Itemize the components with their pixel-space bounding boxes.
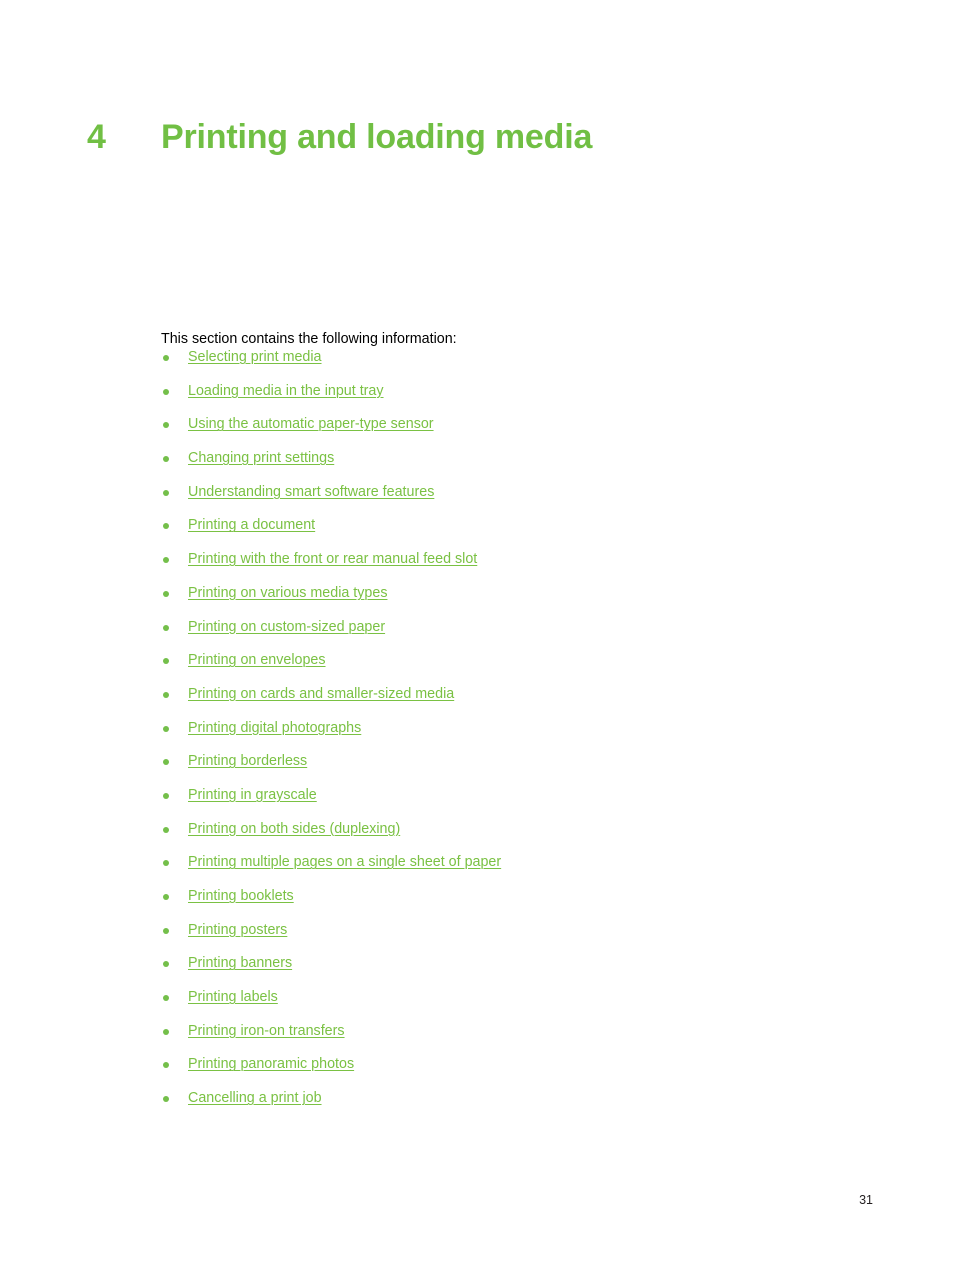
list-item[interactable]: Printing digital photographs bbox=[161, 720, 861, 754]
list-item[interactable]: Selecting print media bbox=[161, 349, 861, 383]
list-item[interactable]: Printing borderless bbox=[161, 753, 861, 787]
list-item[interactable]: Printing posters bbox=[161, 922, 861, 956]
bullet-icon bbox=[163, 995, 169, 1002]
list-item[interactable]: Printing iron-on transfers bbox=[161, 1023, 861, 1057]
list-item[interactable]: Printing a document bbox=[161, 517, 861, 551]
list-item[interactable]: Printing banners bbox=[161, 955, 861, 989]
section-contents-list: Selecting print media Loading media in th… bbox=[161, 349, 861, 1124]
bullet-icon bbox=[163, 725, 169, 732]
toc-link[interactable]: Selecting print media bbox=[188, 349, 322, 366]
toc-link[interactable]: Printing in grayscale bbox=[188, 787, 317, 804]
toc-link[interactable]: Printing on cards and smaller-sized medi… bbox=[188, 686, 454, 703]
bullet-icon bbox=[163, 388, 169, 395]
bullet-icon bbox=[163, 523, 169, 530]
list-item[interactable]: Understanding smart software features bbox=[161, 484, 861, 518]
bullet-icon bbox=[163, 961, 169, 968]
page-title: 4 Printing and loading media bbox=[87, 118, 592, 157]
list-item[interactable]: Cancelling a print job bbox=[161, 1090, 861, 1124]
bullet-icon bbox=[163, 759, 169, 766]
toc-link[interactable]: Printing banners bbox=[188, 955, 292, 972]
toc-link[interactable]: Printing on custom-sized paper bbox=[188, 619, 385, 636]
toc-link[interactable]: Loading media in the input tray bbox=[188, 383, 384, 400]
toc-link[interactable]: Printing posters bbox=[188, 922, 287, 939]
toc-link[interactable]: Printing booklets bbox=[188, 888, 294, 905]
toc-link[interactable]: Printing panoramic photos bbox=[188, 1056, 354, 1073]
toc-link[interactable]: Cancelling a print job bbox=[188, 1090, 322, 1107]
bullet-icon bbox=[163, 355, 169, 361]
intro-paragraph: This section contains the following info… bbox=[161, 331, 457, 348]
toc-link[interactable]: Changing print settings bbox=[188, 450, 334, 467]
list-item[interactable]: Printing on various media types bbox=[161, 585, 861, 619]
bullet-icon bbox=[163, 826, 169, 833]
toc-link[interactable]: Printing labels bbox=[188, 989, 278, 1006]
bullet-icon bbox=[163, 927, 169, 934]
toc-link[interactable]: Printing on envelopes bbox=[188, 652, 326, 669]
toc-link[interactable]: Using the automatic paper-type sensor bbox=[188, 416, 434, 433]
list-item[interactable]: Printing in grayscale bbox=[161, 787, 861, 821]
list-item[interactable]: Printing on custom-sized paper bbox=[161, 619, 861, 653]
list-item[interactable]: Printing labels bbox=[161, 989, 861, 1023]
bullet-icon bbox=[163, 489, 169, 496]
list-item[interactable]: Printing booklets bbox=[161, 888, 861, 922]
bullet-icon bbox=[163, 658, 169, 665]
list-item[interactable]: Printing on envelopes bbox=[161, 652, 861, 686]
toc-link[interactable]: Printing borderless bbox=[188, 753, 307, 770]
chapter-number: 4 bbox=[87, 117, 106, 156]
bullet-icon bbox=[163, 894, 169, 900]
bullet-icon bbox=[163, 422, 169, 429]
toc-link[interactable]: Understanding smart software features bbox=[188, 484, 434, 501]
bullet-icon bbox=[163, 624, 169, 631]
toc-link[interactable]: Printing on both sides (duplexing) bbox=[188, 821, 400, 838]
document-page: 4 Printing and loading media This sectio… bbox=[0, 0, 954, 1270]
chapter-title-text: Printing and loading media bbox=[161, 117, 593, 156]
toc-link[interactable]: Printing on various media types bbox=[188, 585, 387, 602]
list-item[interactable]: Changing print settings bbox=[161, 450, 861, 484]
toc-link[interactable]: Printing a document bbox=[188, 517, 315, 534]
page-number: 31 bbox=[859, 1193, 873, 1207]
list-item[interactable]: Printing on both sides (duplexing) bbox=[161, 821, 861, 855]
list-item[interactable]: Loading media in the input tray bbox=[161, 383, 861, 417]
toc-link[interactable]: Printing multiple pages on a single shee… bbox=[188, 854, 501, 871]
toc-link[interactable]: Printing with the front or rear manual f… bbox=[188, 551, 477, 568]
bullet-icon bbox=[163, 860, 169, 867]
list-item[interactable]: Printing panoramic photos bbox=[161, 1056, 861, 1090]
toc-link[interactable]: Printing iron-on transfers bbox=[188, 1023, 345, 1040]
toc-link[interactable]: Printing digital photographs bbox=[188, 720, 361, 737]
bullet-icon bbox=[163, 792, 169, 799]
list-item[interactable]: Printing multiple pages on a single shee… bbox=[161, 854, 861, 888]
bullet-icon bbox=[163, 557, 169, 564]
bullet-icon bbox=[163, 1028, 169, 1035]
list-item[interactable]: Printing on cards and smaller-sized medi… bbox=[161, 686, 861, 720]
list-item[interactable]: Using the automatic paper-type sensor bbox=[161, 416, 861, 450]
bullet-icon bbox=[163, 456, 169, 463]
list-item[interactable]: Printing with the front or rear manual f… bbox=[161, 551, 861, 585]
bullet-icon bbox=[163, 590, 169, 597]
bullet-icon bbox=[163, 691, 169, 698]
bullet-icon bbox=[163, 1096, 169, 1103]
bullet-icon bbox=[163, 1062, 169, 1069]
